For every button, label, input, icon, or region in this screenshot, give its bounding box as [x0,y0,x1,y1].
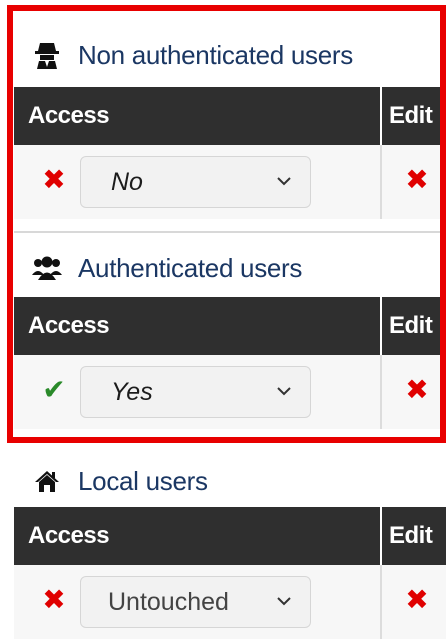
column-separator [380,507,382,565]
access-select-value: No [111,168,143,196]
section-header-local: Local users [14,446,446,516]
column-header-access: Access [28,312,110,339]
access-select-value: Yes [111,378,153,406]
users-icon [30,251,64,285]
section-header-non-authenticated: Non authenticated users [14,20,446,90]
chevron-down-icon [277,387,291,396]
edit-denied-icon: ✖ [405,584,429,615]
table-row: ✖ No ✖ [14,145,446,219]
access-select-value: Untouched [108,588,229,616]
table-header: Access Edit [14,87,446,145]
access-denied-icon: ✖ [42,584,66,615]
column-header-access: Access [28,522,110,549]
table-row: ✔ Yes ✖ [14,355,446,429]
table-row: ✖ Untouched ✖ [14,565,446,639]
edit-denied-icon: ✖ [405,374,429,405]
access-select[interactable]: Untouched [80,576,311,628]
section-title: Non authenticated users [78,39,353,70]
chevron-down-icon [277,177,291,186]
section-title: Authenticated users [78,252,303,283]
access-select[interactable]: Yes [80,366,311,418]
edit-denied-icon: ✖ [405,164,429,195]
chevron-down-icon [277,597,291,606]
column-separator [380,355,382,429]
home-icon [30,464,64,498]
column-separator [380,87,382,145]
column-separator [380,145,382,219]
table-header: Access Edit [14,297,446,355]
access-granted-icon: ✔ [42,374,66,405]
column-separator [380,297,382,355]
column-header-access: Access [28,102,110,129]
access-denied-icon: ✖ [42,164,66,195]
column-header-edit: Edit [389,312,433,339]
spy-icon [30,38,64,72]
section-title: Local users [78,465,208,496]
column-separator [380,565,382,639]
table-header: Access Edit [14,507,446,565]
column-header-edit: Edit [389,522,433,549]
column-header-edit: Edit [389,102,433,129]
access-select[interactable]: No [80,156,311,208]
section-header-authenticated: Authenticated users [14,233,446,303]
